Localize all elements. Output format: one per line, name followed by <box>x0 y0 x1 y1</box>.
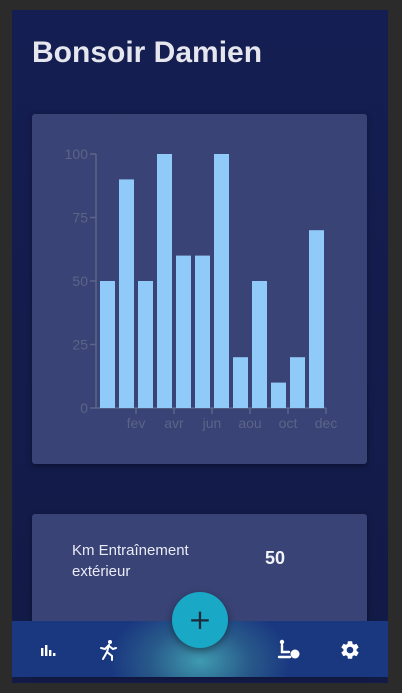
bar-avr <box>157 154 172 408</box>
plus-icon: + <box>188 603 212 636</box>
bar-jul <box>214 154 229 408</box>
bar-jun <box>195 255 210 408</box>
y-tick-label: 25 <box>72 337 88 353</box>
add-button[interactable]: + <box>172 592 228 648</box>
bar-fev <box>119 179 134 408</box>
y-tick-label: 75 <box>72 210 88 226</box>
bar-dec <box>309 230 324 408</box>
bar-chart: 0 25 50 75 100 fev avr jun aou oct dec <box>65 146 338 431</box>
x-tick-label: aou <box>238 415 261 431</box>
x-tick-label: jun <box>202 415 222 431</box>
bar-mai <box>176 255 191 408</box>
bar-mar <box>138 281 153 408</box>
exercise-ball-icon <box>277 639 300 659</box>
stat-value: 50 <box>265 548 286 568</box>
stat-label: Km Entraînement extérieur <box>72 542 189 580</box>
bar-jan <box>100 281 115 408</box>
nav-running-button[interactable] <box>95 637 121 663</box>
y-tick-label: 50 <box>72 273 88 289</box>
x-tick-label: fev <box>127 415 146 431</box>
page-title: Bonsoir Damien <box>32 36 263 69</box>
y-tick-label: 100 <box>65 146 89 162</box>
x-tick-label: oct <box>279 415 298 431</box>
bar-aou <box>233 357 248 408</box>
nav-stats-button[interactable] <box>35 637 61 663</box>
chart-card: 0 25 50 75 100 fev avr jun aou oct dec <box>32 114 367 464</box>
x-tick-label: dec <box>315 415 338 431</box>
y-tick-label: 0 <box>80 400 88 416</box>
bar-nov <box>290 357 305 408</box>
x-tick-label: avr <box>164 415 184 431</box>
bar-oct <box>271 382 286 408</box>
gear-icon <box>341 641 359 659</box>
bar-sep <box>252 281 267 408</box>
bar-chart-icon <box>41 645 56 656</box>
running-icon <box>100 640 117 661</box>
nav-settings-button[interactable] <box>337 637 363 663</box>
app-screen: Bonsoir Damien 0 25 50 75 100 fev avr jun aou oct… <box>12 10 388 683</box>
nav-exercise-button[interactable] <box>276 637 302 663</box>
